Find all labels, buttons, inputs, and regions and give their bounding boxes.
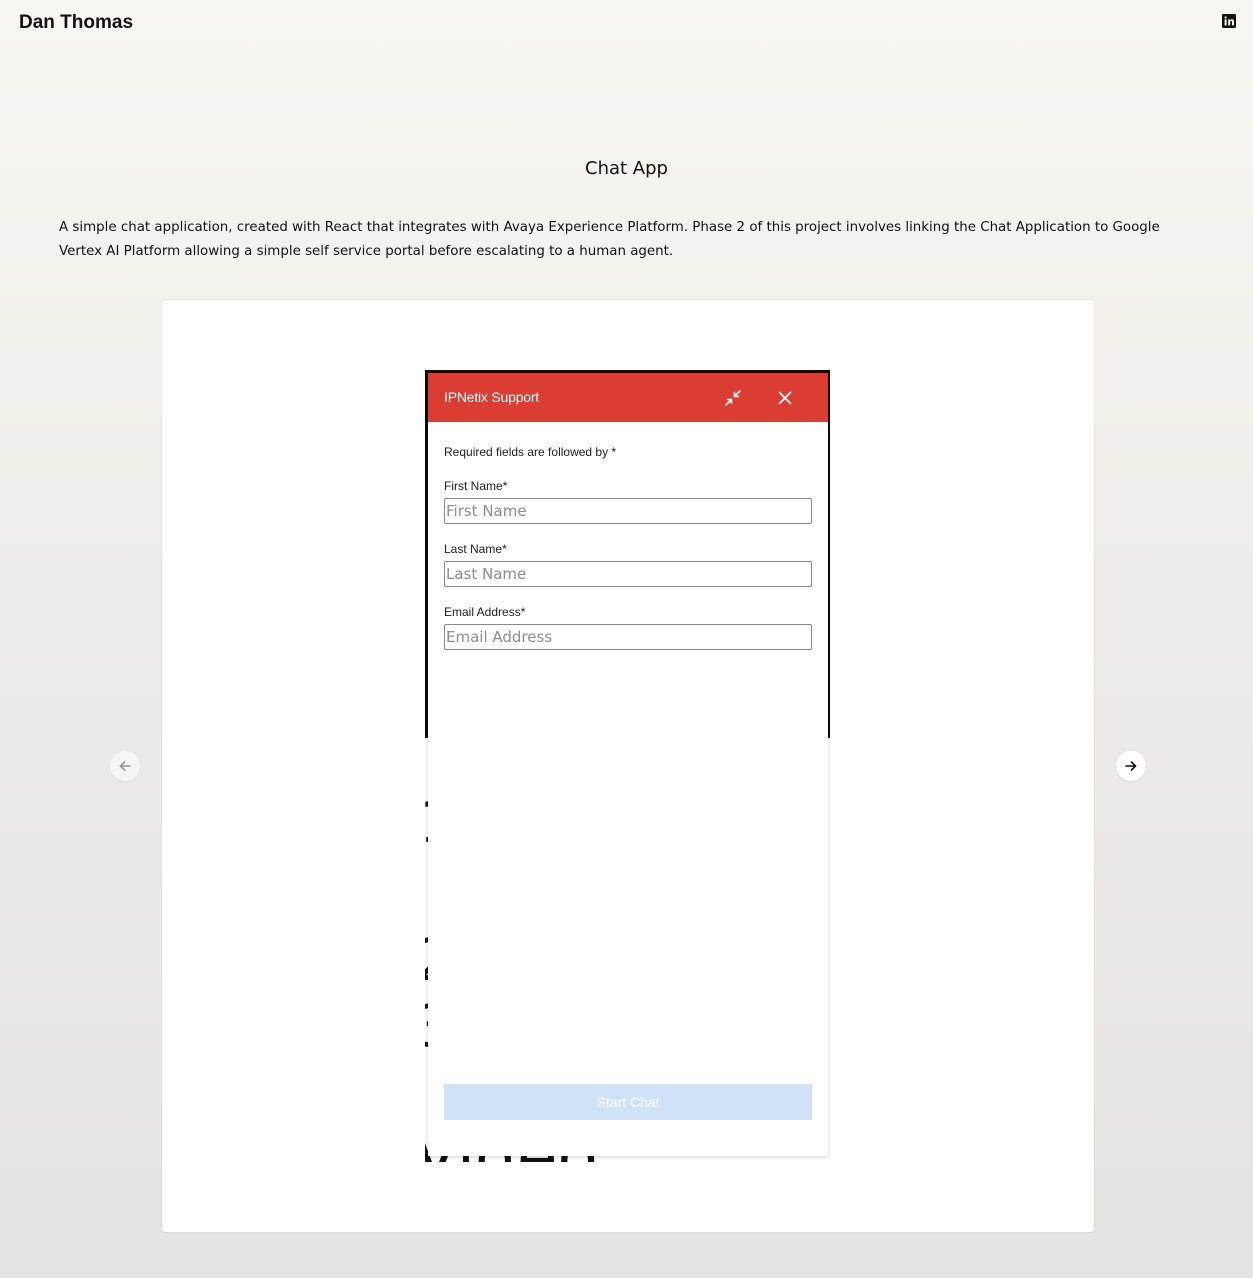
last-name-input[interactable] <box>444 561 812 587</box>
linkedin-icon[interactable] <box>1222 14 1236 28</box>
project-title: Chat App <box>585 158 668 179</box>
close-icon[interactable] <box>778 391 792 405</box>
gallery-prev-button[interactable] <box>110 751 140 781</box>
arrow-left-icon <box>119 761 131 771</box>
email-address-label: Email Address* <box>444 605 526 619</box>
project-description: A simple chat application, created with … <box>59 220 1160 259</box>
required-fields-note: Required fields are followed by * <box>444 445 617 459</box>
chat-widget: IPNetix Support Required fields are foll… <box>428 373 828 1156</box>
first-name-label: First Name* <box>444 479 508 493</box>
start-chat-button[interactable]: Start Chat <box>444 1084 812 1120</box>
arrow-right-icon <box>1125 761 1137 771</box>
email-address-input[interactable] <box>444 624 812 650</box>
gallery-next-button[interactable] <box>1116 751 1146 781</box>
first-name-input[interactable] <box>444 498 812 524</box>
last-name-label: Last Name* <box>444 542 507 556</box>
chat-title: IPNetix Support <box>444 389 540 405</box>
minimize-icon[interactable] <box>724 389 742 407</box>
chat-header: IPNetix Support <box>428 373 828 422</box>
site-title[interactable]: Dan Thomas <box>19 12 133 34</box>
